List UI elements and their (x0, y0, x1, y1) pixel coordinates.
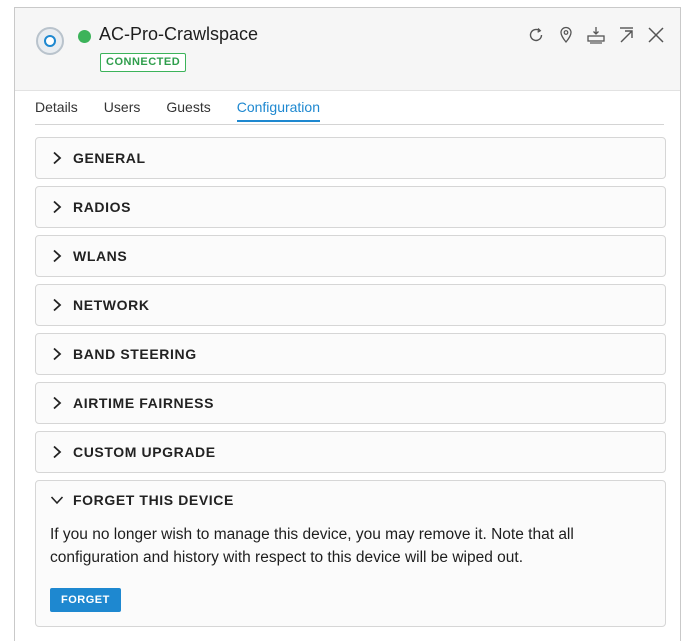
panel-header: AC-Pro-Crawlspace CONNECTED (15, 8, 680, 91)
section-header-custom-upgrade[interactable]: CUSTOM UPGRADE (36, 432, 665, 472)
chevron-right-icon (50, 298, 64, 312)
section-header-radios[interactable]: RADIOS (36, 187, 665, 227)
configuration-sections: GENERAL RADIOS WLANS NETWORK BAND STEERI… (35, 137, 666, 634)
close-icon[interactable] (646, 25, 666, 45)
chevron-right-icon (50, 151, 64, 165)
chevron-right-icon (50, 396, 64, 410)
forget-button[interactable]: FORGET (50, 588, 121, 612)
upgrade-icon[interactable] (586, 25, 606, 45)
chevron-down-icon (50, 493, 64, 507)
section-wlans: WLANS (35, 235, 666, 277)
section-title: BAND STEERING (73, 346, 197, 362)
section-custom-upgrade: CUSTOM UPGRADE (35, 431, 666, 473)
section-header-wlans[interactable]: WLANS (36, 236, 665, 276)
section-title: WLANS (73, 248, 128, 264)
section-header-network[interactable]: NETWORK (36, 285, 665, 325)
section-title: NETWORK (73, 297, 150, 313)
chevron-right-icon (50, 249, 64, 263)
section-band-steering: BAND STEERING (35, 333, 666, 375)
chevron-right-icon (50, 200, 64, 214)
section-header-forget-device[interactable]: FORGET THIS DEVICE (36, 481, 665, 519)
access-point-icon (36, 27, 64, 55)
section-title: GENERAL (73, 150, 146, 166)
section-header-general[interactable]: GENERAL (36, 138, 665, 178)
chevron-right-icon (50, 445, 64, 459)
header-actions (526, 25, 666, 45)
section-title: CUSTOM UPGRADE (73, 444, 216, 460)
tab-users[interactable]: Users (104, 96, 141, 121)
locate-icon[interactable] (556, 25, 576, 45)
section-general: GENERAL (35, 137, 666, 179)
section-airtime-fairness: AIRTIME FAIRNESS (35, 382, 666, 424)
pop-out-icon[interactable] (616, 25, 636, 45)
section-title: FORGET THIS DEVICE (73, 492, 234, 508)
tab-details[interactable]: Details (35, 96, 78, 121)
chevron-right-icon (50, 347, 64, 361)
section-header-band-steering[interactable]: BAND STEERING (36, 334, 665, 374)
tab-bar: Details Users Guests Configuration (35, 96, 664, 125)
section-title: RADIOS (73, 199, 132, 215)
section-forget-device: FORGET THIS DEVICE If you no longer wish… (35, 480, 666, 627)
device-properties-panel: AC-Pro-Crawlspace CONNECTED Details User… (14, 7, 681, 641)
status-badge: CONNECTED (100, 53, 187, 72)
section-network: NETWORK (35, 284, 666, 326)
refresh-icon[interactable] (526, 25, 546, 45)
forget-section-body: If you no longer wish to manage this dev… (36, 523, 665, 626)
device-name: AC-Pro-Crawlspace (99, 24, 259, 44)
tab-guests[interactable]: Guests (166, 96, 210, 121)
section-header-airtime-fairness[interactable]: AIRTIME FAIRNESS (36, 383, 665, 423)
forget-description: If you no longer wish to manage this dev… (50, 526, 574, 566)
section-radios: RADIOS (35, 186, 666, 228)
status-dot (78, 30, 91, 43)
section-title: AIRTIME FAIRNESS (73, 395, 215, 411)
tab-configuration[interactable]: Configuration (236, 96, 321, 122)
